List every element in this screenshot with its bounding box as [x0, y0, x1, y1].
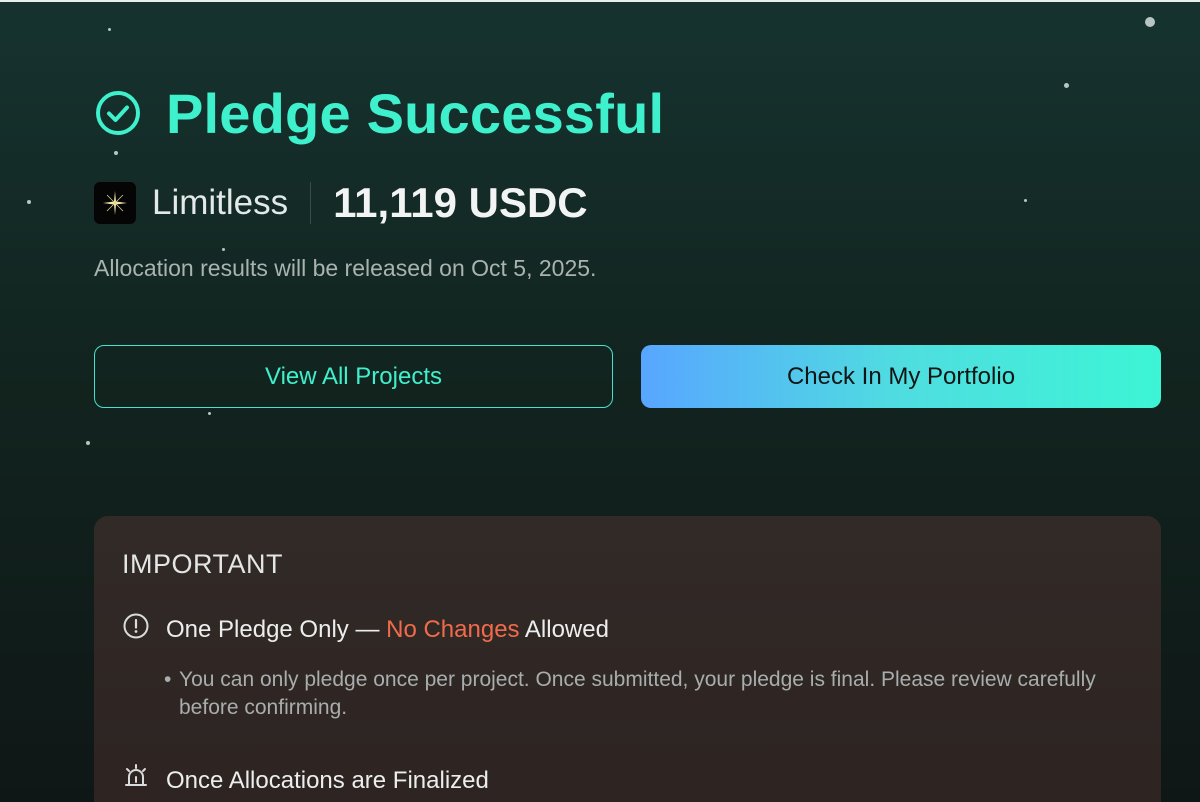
rule-one-pledge: One Pledge Only — No Changes Allowed	[122, 612, 609, 647]
view-all-projects-label: View All Projects	[265, 362, 442, 390]
star-dot	[1145, 17, 1155, 27]
star-dot	[27, 200, 31, 204]
exclamation-circle-icon	[122, 612, 150, 647]
rule-description: • You can only pledge once per project. …	[164, 666, 1124, 722]
alarm-bell-icon	[122, 763, 150, 798]
window-top-border	[0, 0, 1200, 2]
rule-title-prefix: One Pledge Only —	[166, 615, 387, 643]
star-dot	[1024, 199, 1027, 202]
pledge-amount: 11,119 USDC	[333, 179, 588, 226]
rule-description-text: You can only pledge once per project. On…	[179, 668, 1096, 719]
view-all-projects-button[interactable]: View All Projects	[94, 345, 613, 408]
important-heading: IMPORTANT	[122, 549, 284, 579]
important-card: IMPORTANT One Pledge Only — No Changes A…	[94, 516, 1161, 802]
star-dot	[108, 28, 111, 31]
project-summary: Limitless 11,119 USDC	[94, 179, 588, 226]
rule-title: One Pledge Only — No Changes Allowed	[166, 616, 609, 644]
page-title: Pledge Successful	[166, 81, 665, 145]
rule-allocations-finalized: Once Allocations are Finalized	[122, 763, 489, 798]
success-header: Pledge Successful	[94, 78, 664, 148]
check-portfolio-label: Check In My Portfolio	[786, 362, 1016, 390]
star-dot	[86, 441, 90, 445]
check-portfolio-button[interactable]: Check In My Portfolio	[641, 345, 1161, 408]
rule-title-suffix: Allowed	[519, 615, 609, 643]
star-dot	[222, 248, 225, 251]
star-dot	[1064, 83, 1069, 88]
check-circle-icon	[94, 89, 142, 137]
allocation-notice: Allocation results will be released on O…	[94, 255, 597, 281]
rule-title: Once Allocations are Finalized	[166, 766, 489, 794]
rule-title-accent: No Changes	[386, 615, 520, 643]
project-name: Limitless	[152, 183, 289, 222]
limitless-star-logo	[94, 182, 136, 224]
bullet: •	[164, 668, 172, 691]
star-dot	[208, 412, 211, 415]
star-dot	[114, 151, 118, 155]
divider	[310, 182, 312, 224]
